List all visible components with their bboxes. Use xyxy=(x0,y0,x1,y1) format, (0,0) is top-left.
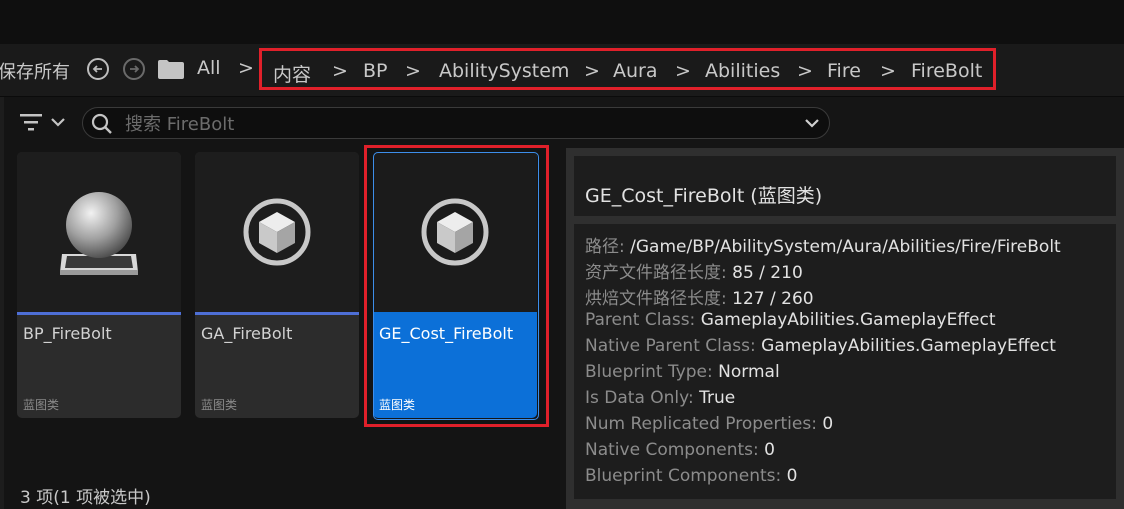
prop-label: Blueprint Components: xyxy=(585,466,782,486)
arrow-left-icon xyxy=(92,65,102,73)
highlight-box xyxy=(364,145,549,427)
breadcrumb-item-bp[interactable]: BP xyxy=(363,60,388,82)
cube-class-icon xyxy=(243,198,311,266)
prop-value: GameplayAbilities.GameplayEffect xyxy=(700,310,996,330)
prop-parent-class: Parent Class: GameplayAbilities.Gameplay… xyxy=(585,310,996,330)
details-title: GE_Cost_FireBolt (蓝图类) xyxy=(585,185,823,207)
breadcrumb-item-content[interactable]: 内容 xyxy=(273,60,311,87)
prop-value: 0 xyxy=(822,414,834,434)
asset-tile-ga-firebolt[interactable]: GA_FireBolt 蓝图类 xyxy=(195,152,359,418)
asset-thumbnail xyxy=(195,152,359,312)
breadcrumb-separator[interactable]: > xyxy=(584,60,600,82)
prop-path: 路径: /Game/BP/AbilitySystem/Aura/Abilitie… xyxy=(585,232,1061,257)
status-count: 3 项(1 项被选中) xyxy=(20,488,151,508)
prop-label: 路径: xyxy=(585,237,625,257)
breadcrumb: 内容 > BP > AbilitySystem > Aura > Abiliti… xyxy=(259,48,996,90)
prop-value: 85 / 210 xyxy=(732,263,803,283)
prop-value: /Game/BP/AbilitySystem/Aura/Abilities/Fi… xyxy=(630,237,1061,257)
breadcrumb-item-aura[interactable]: Aura xyxy=(613,60,658,82)
filter-icon xyxy=(20,114,42,131)
breadcrumb-item-abilitysystem[interactable]: AbilitySystem xyxy=(439,60,569,82)
sphere-mesh-icon xyxy=(60,192,138,275)
prop-native-components: Native Components: 0 xyxy=(585,440,775,460)
prop-value: Normal xyxy=(718,362,780,382)
search-bar[interactable] xyxy=(82,107,830,139)
breadcrumb-separator[interactable]: > xyxy=(675,60,691,82)
asset-browser: BP_FireBolt 蓝图类 GA_FireBolt 蓝图类 GE xyxy=(0,97,830,509)
asset-type-label: 蓝图类 xyxy=(201,398,238,412)
folder-icon[interactable] xyxy=(158,59,184,79)
asset-name: GA_FireBolt xyxy=(201,324,293,343)
forward-button[interactable] xyxy=(123,58,145,80)
asset-type-strip xyxy=(195,312,359,315)
prop-blueprint-components: Blueprint Components: 0 xyxy=(585,466,797,486)
breadcrumb-item-fire[interactable]: Fire xyxy=(827,60,861,82)
asset-thumbnail xyxy=(17,152,181,312)
prop-label: Parent Class: xyxy=(585,310,696,330)
prop-asset-path-length: 资产文件路径长度: 85 / 210 xyxy=(585,258,803,283)
prop-label: Blueprint Type: xyxy=(585,362,713,382)
breadcrumb-separator[interactable]: > xyxy=(332,60,348,82)
prop-label: 资产文件路径长度: xyxy=(585,263,727,283)
breadcrumb-separator[interactable]: > xyxy=(797,60,813,82)
filter-button[interactable] xyxy=(20,111,70,135)
arrow-right-icon xyxy=(130,65,140,73)
asset-name: BP_FireBolt xyxy=(23,324,112,343)
asset-type-strip xyxy=(17,312,181,315)
back-button[interactable] xyxy=(87,58,109,80)
search-icon xyxy=(91,113,112,134)
panel-divider xyxy=(0,97,4,509)
prop-value: 127 / 260 xyxy=(732,289,814,309)
breadcrumb-separator[interactable]: > xyxy=(880,60,896,82)
breadcrumb-item-firebolt[interactable]: FireBolt xyxy=(911,60,982,82)
title-bar xyxy=(0,0,1124,44)
prop-label: Native Components: xyxy=(585,440,759,460)
chevron-down-icon xyxy=(51,118,65,127)
prop-is-data-only: Is Data Only: True xyxy=(585,388,735,408)
prop-value: True xyxy=(699,388,736,408)
navigation-bar: 保存所有 All > 内容 > BP > AbilitySystem > Aur… xyxy=(0,44,1124,97)
prop-value: 0 xyxy=(764,440,775,460)
prop-num-replicated-properties: Num Replicated Properties: 0 xyxy=(585,414,833,434)
prop-value: GameplayAbilities.GameplayEffect xyxy=(761,336,1056,356)
breadcrumb-separator[interactable]: > xyxy=(238,57,254,79)
asset-tile-bp-firebolt[interactable]: BP_FireBolt 蓝图类 xyxy=(17,152,181,418)
prop-label: Native Parent Class: xyxy=(585,336,756,356)
details-header: GE_Cost_FireBolt (蓝图类) xyxy=(574,156,1116,216)
breadcrumb-all[interactable]: All xyxy=(197,57,221,79)
prop-label: 烘焙文件路径长度: xyxy=(585,289,727,309)
prop-label: Is Data Only: xyxy=(585,388,694,408)
asset-details-panel: GE_Cost_FireBolt (蓝图类) 路径: /Game/BP/Abil… xyxy=(566,148,1124,509)
chevron-down-icon[interactable] xyxy=(805,118,819,128)
prop-blueprint-type: Blueprint Type: Normal xyxy=(585,362,780,382)
details-body: 路径: /Game/BP/AbilitySystem/Aura/Abilitie… xyxy=(574,224,1116,499)
prop-native-parent-class: Native Parent Class: GameplayAbilities.G… xyxy=(585,336,1056,356)
prop-cooked-path-length: 烘焙文件路径长度: 127 / 260 xyxy=(585,284,814,309)
prop-value: 0 xyxy=(786,466,798,486)
asset-type-label: 蓝图类 xyxy=(23,398,60,412)
search-input[interactable] xyxy=(123,111,787,137)
breadcrumb-separator[interactable]: > xyxy=(405,60,421,82)
save-all-button[interactable]: 保存所有 xyxy=(0,58,70,84)
prop-label: Num Replicated Properties: xyxy=(585,414,817,434)
breadcrumb-item-abilities[interactable]: Abilities xyxy=(705,60,780,82)
